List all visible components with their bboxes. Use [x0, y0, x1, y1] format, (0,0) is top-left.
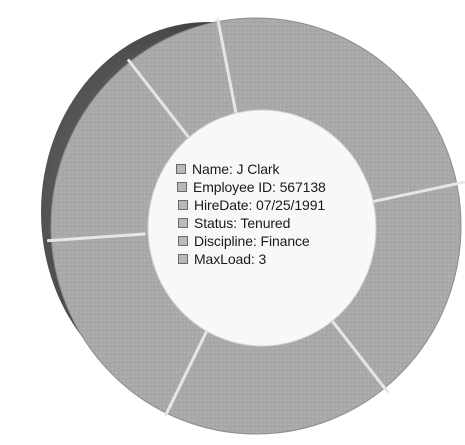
name-text: Name: J Clark — [192, 161, 280, 177]
square-icon — [176, 164, 186, 174]
max-load-text: MaxLoad: 3 — [194, 251, 267, 267]
detail-row-max-load: MaxLoad: 3 — [178, 251, 366, 267]
employee-details-panel: Name: J Clark Employee ID: 567138 HireDa… — [176, 161, 366, 311]
square-icon — [178, 254, 188, 264]
status-text: Status: Tenured — [194, 215, 291, 231]
square-icon — [178, 200, 188, 210]
square-icon — [178, 218, 188, 228]
discipline-text: Discipline: Finance — [194, 233, 310, 249]
detail-row-discipline: Discipline: Finance — [178, 233, 366, 249]
square-icon — [177, 182, 187, 192]
detail-row-hire-date: HireDate: 07/25/1991 — [178, 197, 366, 213]
square-icon — [178, 236, 188, 246]
detail-row-name: Name: J Clark — [176, 161, 366, 177]
detail-row-employee-id: Employee ID: 567138 — [177, 179, 366, 195]
hire-date-text: HireDate: 07/25/1991 — [194, 197, 326, 213]
employee-id-text: Employee ID: 567138 — [193, 179, 326, 195]
detail-row-status: Status: Tenured — [178, 215, 366, 231]
donut-diagram: Name: J Clark Employee ID: 567138 HireDa… — [0, 0, 465, 445]
